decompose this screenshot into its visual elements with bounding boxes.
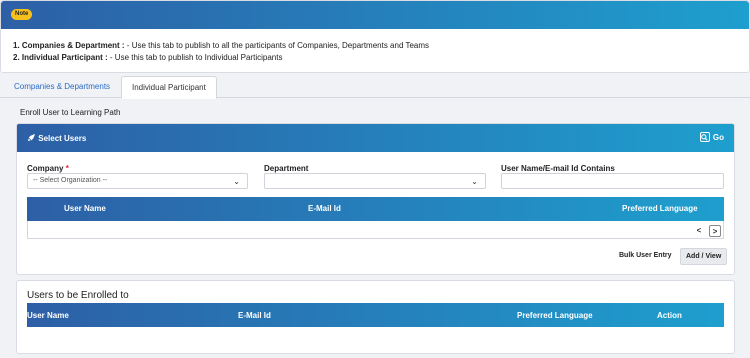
enroll-title: Enroll User to Learning Path [20,108,121,117]
username-label: User Name/E-mail Id Contains [501,164,615,173]
go-button[interactable]: Go [699,132,724,142]
company-label-text: Company [27,164,64,173]
enrolled-users-panel: Users to be Enrolled to User Name E-Mail… [16,280,735,354]
select-users-panel: Select Users Go Company * -- Select Orga… [16,123,735,275]
enrolled-grid-header: User Name E-Mail Id Preferred Language A… [27,303,724,327]
department-label: Department [264,164,309,173]
note-header: Note [1,1,749,29]
note-line-1-label: 1. Companies & Department : [13,41,125,50]
select-users-title: Select Users [27,133,86,143]
column-user-name[interactable]: User Name [27,311,69,320]
column-preferred-language[interactable]: Preferred Language [622,204,698,213]
note-line-2-text: - Use this tab to publish to Individual … [107,53,283,62]
rocket-icon [27,133,38,143]
bulk-user-entry-button[interactable]: Bulk User Entry [619,252,672,259]
note-box: Note 1. Companies & Department : - Use t… [0,0,750,73]
note-badge: Note [11,9,33,20]
column-email-id[interactable]: E-Mail Id [238,311,271,320]
column-email-id[interactable]: E-Mail Id [308,204,341,213]
search-icon [699,132,710,142]
users-grid-body [27,221,724,239]
note-line-1: 1. Companies & Department : - Use this t… [13,41,429,50]
note-line-1-text: - Use this tab to publish to all the par… [124,41,430,50]
select-users-header: Select Users Go [17,124,734,152]
company-select-value: -- Select Organization -- [33,177,108,184]
chevron-down-icon: ⌄ [471,177,478,186]
required-mark: * [65,164,69,173]
column-preferred-language[interactable]: Preferred Language [517,311,593,320]
note-line-2: 2. Individual Participant : - Use this t… [13,53,282,62]
tab-companies-departments[interactable]: Companies & Departments [4,76,120,98]
note-line-2-label: 2. Individual Participant : [13,53,108,62]
pager-next-button[interactable]: > [709,225,721,237]
enrolled-users-title: Users to be Enrolled to [27,290,129,301]
add-view-button[interactable]: Add / View [680,248,728,265]
pager-prev-button[interactable]: < [693,225,705,237]
go-label: Go [712,132,724,142]
tab-individual-participant[interactable]: Individual Participant [121,76,217,99]
column-action[interactable]: Action [657,311,682,320]
tab-bar: Companies & Departments Individual Parti… [0,76,750,99]
users-grid-header: User Name E-Mail Id Preferred Language [27,197,724,221]
chevron-down-icon: ⌄ [233,177,240,186]
select-users-title-text: Select Users [38,134,87,143]
department-select[interactable]: ⌄ [264,173,486,189]
username-input[interactable] [501,173,724,189]
company-select[interactable]: -- Select Organization -- ⌄ [27,173,248,189]
column-user-name[interactable]: User Name [64,204,106,213]
company-label: Company * [27,164,69,173]
